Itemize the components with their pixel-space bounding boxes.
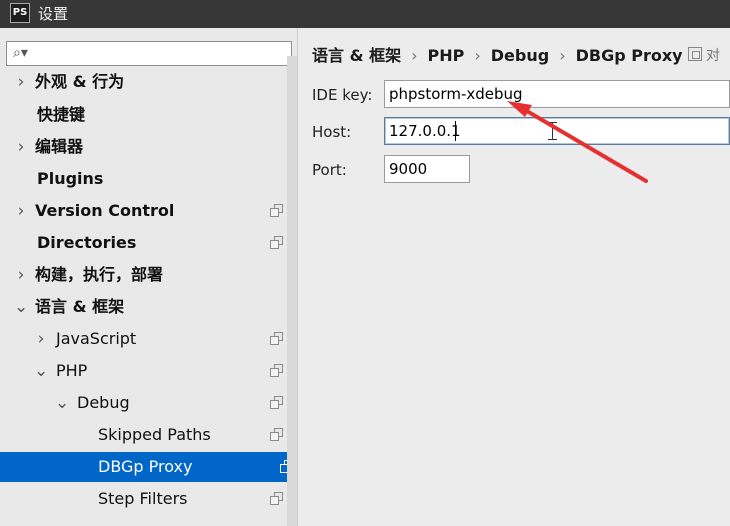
tree-item-dbgp-proxy[interactable]: DBGp Proxy bbox=[0, 452, 296, 482]
chevron-right-icon[interactable]: › bbox=[14, 67, 28, 97]
tree-item-languages-frameworks[interactable]: ⌄ 语言 & 框架 bbox=[0, 292, 286, 322]
phpstorm-logo-icon: PS bbox=[10, 3, 30, 23]
tree-item-step-filters[interactable]: Step Filters bbox=[0, 484, 286, 514]
window-title: 设置 bbox=[38, 5, 69, 23]
project-copy-icon bbox=[270, 492, 283, 505]
chevron-right-icon[interactable]: › bbox=[34, 324, 48, 354]
tree-item-label: JavaScript bbox=[56, 329, 137, 348]
ide-key-field[interactable]: phpstorm-xdebug bbox=[384, 80, 730, 108]
project-scope-text: 对 bbox=[706, 48, 720, 64]
tree-item-build-execution-deployment[interactable]: › 构建，执行，部署 bbox=[0, 260, 286, 290]
tree-item-label: 编辑器 bbox=[35, 137, 84, 156]
tree-item-label: Directories bbox=[37, 233, 137, 252]
ide-key-row: IDE key: phpstorm-xdebug bbox=[312, 80, 730, 110]
search-icon: ⌕▾ bbox=[13, 45, 28, 61]
breadcrumb-item-dbgp-proxy: DBGp Proxy bbox=[575, 46, 683, 65]
chevron-down-icon[interactable]: ⌄ bbox=[34, 356, 48, 386]
tree-item-directories[interactable]: Directories bbox=[0, 228, 286, 258]
settings-content: 语言 & 框架 › PHP › Debug › DBGp Proxy 对 IDE key: … bbox=[298, 28, 730, 526]
chevron-down-icon[interactable]: ⌄ bbox=[55, 388, 69, 418]
breadcrumb-item-php: PHP bbox=[427, 46, 465, 65]
tree-item-javascript[interactable]: › JavaScript bbox=[0, 324, 286, 354]
tree-item-label: Version Control bbox=[35, 201, 175, 220]
tree-item-label: 快捷键 bbox=[37, 105, 86, 124]
project-copy-icon bbox=[270, 396, 283, 409]
host-row: Host: 127.0.0.1 bbox=[312, 117, 730, 147]
project-copy-icon bbox=[270, 204, 283, 217]
breadcrumb-separator: › bbox=[559, 46, 566, 65]
host-value: 127.0.0.1 bbox=[389, 122, 461, 140]
settings-window: PS 设置 ⌕▾ › 外观 & 行为 快捷键 › 编辑器 Plugins › V bbox=[0, 0, 730, 526]
breadcrumb-separator: › bbox=[411, 46, 418, 65]
tree-item-label: 语言 & 框架 bbox=[35, 297, 125, 316]
sidebar-scrollbar[interactable] bbox=[287, 56, 297, 526]
text-cursor-icon bbox=[548, 122, 558, 140]
tree-item-label: Skipped Paths bbox=[98, 425, 211, 444]
tree-item-label: 构建，执行，部署 bbox=[35, 265, 164, 284]
tree-item-label: DBGp Proxy bbox=[98, 457, 193, 476]
breadcrumb-separator: › bbox=[474, 46, 481, 65]
tree-item-keymap[interactable]: 快捷键 bbox=[0, 100, 286, 130]
text-caret bbox=[455, 121, 456, 141]
project-copy-icon bbox=[270, 364, 283, 377]
tree-item-label: Plugins bbox=[37, 169, 104, 188]
tree-item-label: Step Filters bbox=[98, 489, 188, 508]
host-label: Host: bbox=[312, 123, 352, 141]
tree-item-label: PHP bbox=[56, 361, 88, 380]
project-scope-label: 对 bbox=[688, 46, 730, 66]
tree-item-label: Debug bbox=[77, 393, 130, 412]
chevron-down-icon[interactable]: ⌄ bbox=[14, 292, 28, 322]
chevron-right-icon[interactable]: › bbox=[14, 132, 28, 162]
title-bar: PS 设置 bbox=[0, 0, 730, 28]
ide-key-label: IDE key: bbox=[312, 86, 373, 104]
chevron-right-icon[interactable]: › bbox=[14, 196, 28, 226]
port-field[interactable]: 9000 bbox=[384, 155, 470, 183]
tree-item-plugins[interactable]: Plugins bbox=[0, 164, 286, 194]
project-copy-icon bbox=[270, 332, 283, 345]
tree-item-editor[interactable]: › 编辑器 bbox=[0, 132, 286, 162]
port-row: Port: 9000 bbox=[312, 155, 512, 185]
tree-item-debug[interactable]: ⌄ Debug bbox=[0, 388, 286, 418]
port-label: Port: bbox=[312, 161, 347, 179]
breadcrumb-item-debug: Debug bbox=[490, 46, 550, 65]
chevron-right-icon[interactable]: › bbox=[14, 260, 28, 290]
tree-item-php[interactable]: ⌄ PHP bbox=[0, 356, 286, 386]
settings-sidebar: ⌕▾ › 外观 & 行为 快捷键 › 编辑器 Plugins › Version… bbox=[0, 28, 298, 526]
search-input[interactable]: ⌕▾ bbox=[6, 41, 292, 66]
settings-tree: › 外观 & 行为 快捷键 › 编辑器 Plugins › Version Co… bbox=[0, 72, 297, 526]
project-copy-icon bbox=[270, 236, 283, 249]
project-copy-icon bbox=[270, 428, 283, 441]
breadcrumb-item-languages-frameworks: 语言 & 框架 bbox=[312, 46, 402, 65]
breadcrumb: 语言 & 框架 › PHP › Debug › DBGp Proxy bbox=[312, 44, 683, 68]
project-copy-icon bbox=[688, 47, 702, 61]
tree-item-label: 外观 & 行为 bbox=[35, 72, 125, 91]
tree-item-skipped-paths[interactable]: Skipped Paths bbox=[0, 420, 286, 450]
tree-item-appearance[interactable]: › 外观 & 行为 bbox=[0, 67, 286, 97]
tree-item-version-control[interactable]: › Version Control bbox=[0, 196, 286, 226]
